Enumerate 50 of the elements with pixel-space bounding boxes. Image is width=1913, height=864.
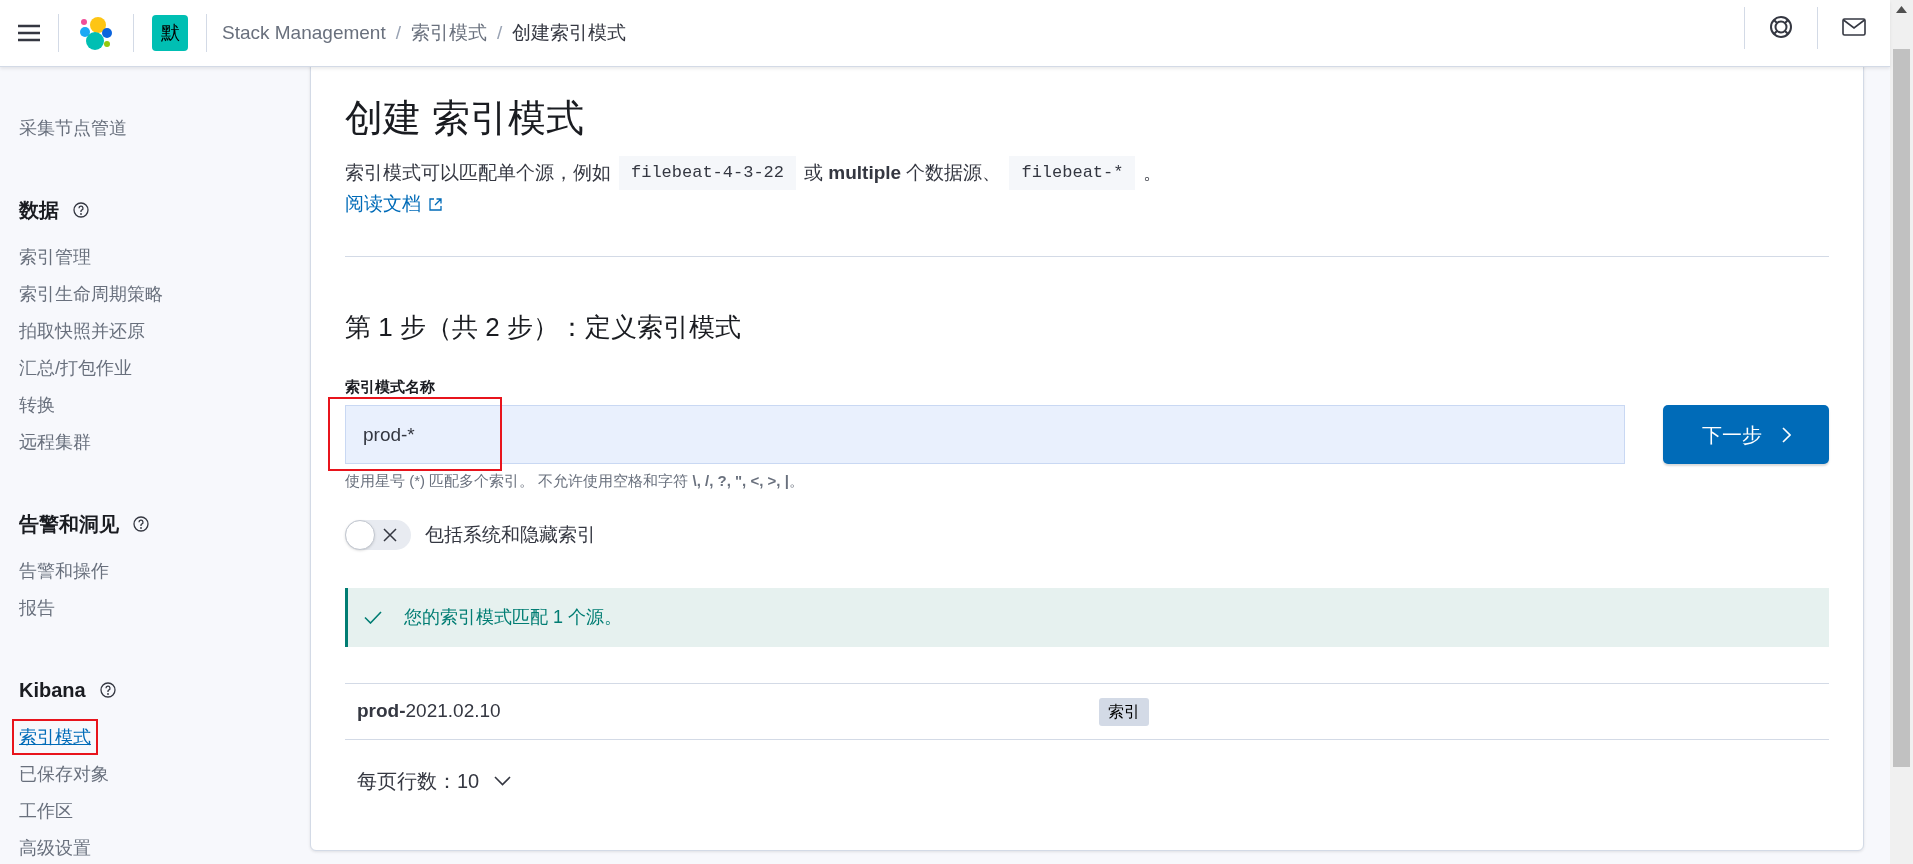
next-button[interactable]: 下一步 bbox=[1663, 405, 1829, 464]
scroll-up-icon[interactable] bbox=[1896, 6, 1907, 13]
index-pattern-field[interactable]: prod-* bbox=[345, 405, 1625, 464]
help-icon[interactable] bbox=[73, 202, 89, 218]
sidebar-link[interactable]: 索引生命周期策略 bbox=[19, 284, 163, 304]
sidebar-link[interactable]: 拍取快照并还原 bbox=[19, 321, 145, 341]
chevron-down-icon bbox=[494, 776, 512, 786]
sidebar-link[interactable]: 索引管理 bbox=[19, 247, 91, 267]
sidebar-link[interactable]: 索引模式 bbox=[19, 727, 91, 747]
help-text: 使用星号 (*) 匹配多个索引。 不允许使用空格和字符 \, /, ?, ", <, >, |。 bbox=[345, 471, 805, 491]
external-link-icon bbox=[429, 197, 442, 211]
close-icon bbox=[383, 528, 397, 542]
section-heading: Kibana bbox=[19, 678, 86, 703]
help-icon[interactable] bbox=[133, 516, 149, 532]
sidebar-link[interactable]: 告警和操作 bbox=[19, 561, 109, 581]
breadcrumb[interactable]: 创建索引模式 bbox=[512, 18, 627, 48]
docs-link[interactable]: 阅读文档 bbox=[345, 190, 442, 218]
breadcrumb-separator: / bbox=[395, 20, 401, 45]
sidebar-link[interactable]: 转换 bbox=[19, 395, 55, 415]
sidebar-link[interactable]: 报告 bbox=[19, 598, 55, 618]
breadcrumb[interactable]: 索引模式 bbox=[411, 18, 487, 48]
menu-icon[interactable] bbox=[18, 24, 40, 42]
help-menu-icon[interactable] bbox=[1769, 15, 1793, 39]
toggle-switch[interactable] bbox=[345, 520, 411, 550]
toggle-label: 包括系统和隐藏索引 bbox=[425, 522, 596, 547]
sidebar-link[interactable]: 工作区 bbox=[19, 801, 73, 821]
callout-text: 您的索引模式匹配 1 个源。 bbox=[404, 606, 622, 629]
sidebar-link[interactable]: 汇总/打包作业 bbox=[19, 358, 132, 378]
sidebar-link[interactable]: 已保存对象 bbox=[19, 764, 109, 784]
rows-per-page-button[interactable]: 每页行数：10 bbox=[357, 766, 512, 796]
index-name: prod-2021.02.10 bbox=[357, 699, 502, 724]
section-heading: 告警和洞见 bbox=[19, 512, 119, 537]
page-title: 创建 索引模式 bbox=[345, 96, 585, 141]
mail-icon[interactable] bbox=[1842, 18, 1866, 36]
chevron-right-icon bbox=[1781, 426, 1791, 443]
check-icon bbox=[364, 611, 382, 624]
help-icon[interactable] bbox=[99, 682, 116, 698]
space-avatar[interactable]: 默 bbox=[152, 15, 188, 51]
description-text: 索引模式可以匹配单个源，例如 filebeat-4-3-22 或 multiple 个数据源、 filebeat-* 。 bbox=[345, 156, 1829, 190]
index-tag: 索引 bbox=[1099, 697, 1149, 726]
breadcrumb[interactable]: Stack Management bbox=[222, 18, 386, 48]
scrollbar-thumb[interactable] bbox=[1893, 49, 1910, 767]
sidebar-link[interactable]: 远程集群 bbox=[19, 432, 91, 452]
breadcrumb-separator: / bbox=[497, 20, 503, 45]
step-title: 第 1 步（共 2 步）：定义索引模式 bbox=[345, 311, 742, 344]
field-label: 索引模式名称 bbox=[345, 377, 436, 397]
logo-icon[interactable] bbox=[78, 15, 114, 51]
sidebar-link[interactable]: 采集节点管道 bbox=[19, 118, 127, 138]
sidebar-link[interactable]: 高级设置 bbox=[19, 838, 91, 858]
section-heading: 数据 bbox=[19, 198, 59, 223]
